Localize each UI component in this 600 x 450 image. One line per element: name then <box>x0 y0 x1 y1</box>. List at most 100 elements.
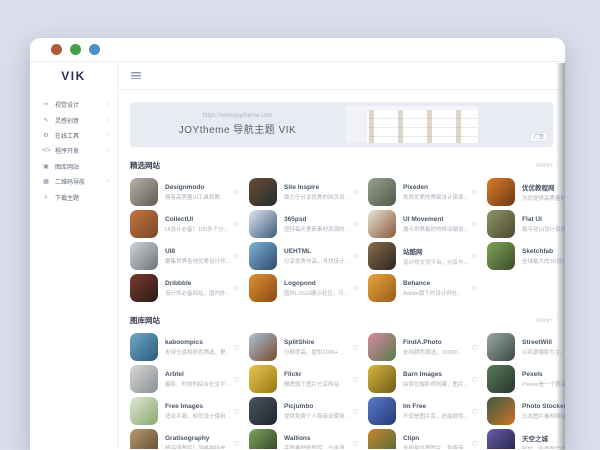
site-description: 适合平面、网页设计使用… <box>165 412 231 420</box>
site-card[interactable]: Barn Images 由两位摄影师创建，图片… <box>368 365 477 393</box>
site-thumbnail-image <box>130 178 158 206</box>
site-thumbnail-image <box>130 397 158 425</box>
site-card-text: Designmodo 拥有高质量UI工具和教… <box>165 184 231 201</box>
minimize-button[interactable] <box>70 44 81 55</box>
sidebar-item-灵感创意[interactable]: ✎ 灵感创意 › <box>30 112 117 127</box>
site-name: 站酷网 <box>403 246 469 256</box>
site-card[interactable]: Flickr 雅虎旗下图片分享网站 <box>249 365 358 393</box>
site-card[interactable]: Logopond 国外LOGO展示社区，可… <box>249 274 358 302</box>
site-card-text: Logopond 国外LOGO展示社区，可… <box>284 280 350 297</box>
site-description: 设计师必备网站，国内外… <box>165 289 231 297</box>
badge-circle-icon <box>234 286 239 291</box>
site-card-text: 站酷网 设计师交流平台，分享与… <box>403 246 469 266</box>
site-description: 超高清图库！风格独特充… <box>165 444 231 450</box>
sidebar-item-label: 下载主题 <box>55 193 102 202</box>
more-link[interactable]: more+ <box>536 163 553 169</box>
site-card[interactable]: Pexels Pexels是一个著名的免… <box>487 365 565 393</box>
chevron-right-icon: › <box>107 178 109 185</box>
site-name: Clipn <box>403 435 469 442</box>
code-icon: </> <box>42 148 50 154</box>
badge-circle-icon <box>234 409 239 414</box>
main-area: https://www.joytheme.com JOYtheme 导航主题 V… <box>118 62 565 449</box>
site-description: 全网最优质图片，免费商… <box>403 444 469 450</box>
sidebar-item-在线工具[interactable]: ⚙ 在线工具 › <box>30 128 117 143</box>
site-card[interactable]: kaboompics 支持分类和颜色筛选，更… <box>130 333 239 361</box>
site-logo[interactable]: VIK <box>30 62 117 90</box>
site-card-text: Im Free 不仅是图片库，还能提供… <box>403 403 469 420</box>
site-description: 提供免费个人和商业使用… <box>284 412 350 420</box>
fullscreen-button[interactable] <box>89 44 100 55</box>
site-card[interactable]: CollectUI UI设计必备！100多个分… <box>130 210 239 238</box>
site-description: 支持分类和颜色筛选，更… <box>165 348 231 356</box>
site-card[interactable]: UI Movement 展示世界最好的移动端设… <box>368 210 477 238</box>
site-thumbnail-image <box>368 242 396 270</box>
sidebar-item-视觉设计[interactable]: ✂ 视觉设计 › <box>30 97 117 112</box>
site-thumbnail-image <box>368 210 396 238</box>
site-thumbnail-image <box>487 429 515 449</box>
site-thumbnail-image <box>130 429 158 449</box>
scrollbar[interactable] <box>556 63 565 450</box>
site-name: FindA.Photo <box>403 339 469 346</box>
sidebar-item-label: 程序开发 <box>55 146 102 155</box>
section-title: 精选网站 <box>130 160 160 171</box>
site-card[interactable]: UEHTML 分享优秀作品，寻找设计… <box>249 242 358 270</box>
badge-circle-icon <box>234 377 239 382</box>
site-card-text: 365psd 坚持每天更新素材资源的… <box>284 216 350 233</box>
badge-circle-icon <box>353 409 358 414</box>
site-card[interactable]: Pixeden 免费优质的界面设计资源… <box>368 178 477 206</box>
badge-circle-icon <box>353 254 358 259</box>
site-description: 分享优秀作品，寻找设计… <box>284 257 350 265</box>
site-thumbnail-image <box>249 274 277 302</box>
site-name: Dribbble <box>165 280 231 287</box>
site-card[interactable]: StreetWill 以风景摄影为主，免费可… <box>487 333 565 361</box>
site-card[interactable]: Behance Adobe旗下的设计师社… <box>368 274 477 302</box>
site-thumbnail-image <box>249 333 277 361</box>
site-card[interactable]: UI8 聚集世界各地优秀设计师… <box>130 242 239 270</box>
hamburger-menu-icon[interactable] <box>131 72 141 80</box>
scissors-icon: ✂ <box>42 101 50 108</box>
site-thumbnail-image <box>368 397 396 425</box>
promo-banner[interactable]: https://www.joytheme.com JOYtheme 导航主题 V… <box>130 102 553 147</box>
banner-url: https://www.joytheme.com <box>130 113 345 119</box>
site-card[interactable]: Photo Stocker 日本图片素材网站！大美… <box>487 397 565 425</box>
chevron-right-icon: › <box>107 117 109 124</box>
window-body: VIK ✂ 视觉设计 › ✎ 灵感创意 › ⚙ 在线工具 › </> 程序开发 … <box>30 62 565 449</box>
site-card[interactable]: Designmodo 拥有高质量UI工具和教… <box>130 178 239 206</box>
badge-circle-icon <box>234 254 239 259</box>
more-link[interactable]: more+ <box>536 318 553 324</box>
site-thumbnail-image <box>368 274 396 302</box>
badge-circle-icon <box>234 190 239 195</box>
main-content: https://www.joytheme.com JOYtheme 导航主题 V… <box>118 90 565 449</box>
site-card[interactable]: 天空之城 航拍、全景图片的专业网… <box>487 429 565 449</box>
sidebar-item-程序开发[interactable]: </> 程序开发 › <box>30 143 117 158</box>
site-card[interactable]: Picjumbo 提供免费个人和商业使用… <box>249 397 358 425</box>
site-card[interactable]: Sketchfab 全球最大的3D设计模型… <box>487 242 565 270</box>
site-card[interactable]: FindA.Photo 支持颜色筛选，10000… <box>368 333 477 361</box>
site-card[interactable]: Gratisography 超高清图库！风格独特充… <box>130 429 239 449</box>
sidebar-item-label: 在线工具 <box>55 131 102 140</box>
banner-text-block: https://www.joytheme.com JOYtheme 导航主题 V… <box>130 113 345 136</box>
site-card[interactable]: Im Free 不仅是图片库，还能提供… <box>368 397 477 425</box>
site-card[interactable]: Clipn 全网最优质图片，免费商… <box>368 429 477 449</box>
site-card[interactable]: Wallions 高质量壁纸图库，分类清… <box>249 429 358 449</box>
close-button[interactable] <box>51 44 62 55</box>
site-name: Pixeden <box>403 184 469 191</box>
site-card[interactable]: Flat UI 扁平化UI设计资源，非… <box>487 210 565 238</box>
site-section: 图库网站 more+ kaboompics 支持分类和颜色筛选，更… Split… <box>130 315 553 449</box>
site-card[interactable]: 365psd 坚持每天更新素材资源的… <box>249 210 358 238</box>
site-card-text: Arbtel 摄影、时尚的综合社交平… <box>165 371 231 388</box>
site-card[interactable]: Site Inspire 致力于分享优秀的网页设… <box>249 178 358 206</box>
sidebar-item-下载主题[interactable]: ⇩ 下载主题 › <box>30 189 117 204</box>
sidebar-item-图库网站[interactable]: ▣ 图库网站 › <box>30 159 117 174</box>
site-section: 精选网站 more+ Designmodo 拥有高质量UI工具和教… Site … <box>130 160 553 302</box>
image-icon: ▣ <box>42 163 50 170</box>
site-description: 由两位摄影师创建，图片… <box>403 380 469 388</box>
badge-circle-icon <box>353 190 358 195</box>
site-card[interactable]: Arbtel 摄影、时尚的综合社交平… <box>130 365 239 393</box>
site-card[interactable]: Free Images 适合平面、网页设计使用… <box>130 397 239 425</box>
site-card[interactable]: 优优教程网 为您提供高质量的界面设… <box>487 178 565 206</box>
site-card[interactable]: 站酷网 设计师交流平台，分享与… <box>368 242 477 270</box>
site-card[interactable]: Dribbble 设计师必备网站，国内外… <box>130 274 239 302</box>
sidebar-item-二维码导航[interactable]: ▦ 二维码导航 › <box>30 174 117 189</box>
site-card[interactable]: SplitShire 分辨率高，提供1000+… <box>249 333 358 361</box>
